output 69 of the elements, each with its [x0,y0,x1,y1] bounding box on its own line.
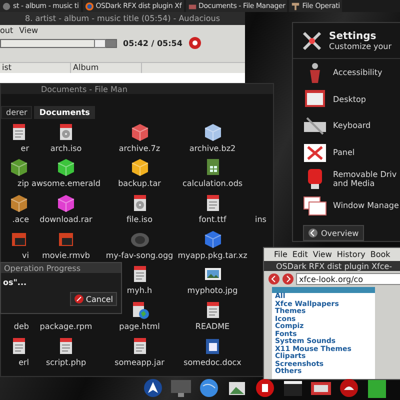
settings-item[interactable]: Window Manage [333,201,399,210]
settings-item[interactable]: Keyboard [333,121,371,130]
file-name[interactable]: er [20,144,29,153]
file-name[interactable]: somedoc.docx [184,358,242,367]
menu-item[interactable]: File [274,250,288,259]
file-name[interactable]: vi [22,250,29,260]
address-field[interactable]: xfce-look.org/co [296,273,400,285]
file-name[interactable]: someapp.jar [114,358,164,367]
file-name[interactable]: file.iso [126,215,152,224]
clapper-icon[interactable] [282,378,304,398]
window-title: OSDark RFX dist plugin Xfce- [264,261,400,271]
globe-icon [84,2,94,10]
menu-item[interactable]: History [336,250,366,259]
arrow-logo-icon[interactable] [142,378,164,398]
file-name[interactable]: page.html [119,322,160,332]
file-name[interactable]: backup.tar [118,179,161,188]
window-title: Documents - File Man [1,84,273,94]
progress-message: os"... [2,277,28,289]
folder-icon [188,2,197,10]
window-title: 8. artist - album - music title (05:54) - Audacious [0,12,245,25]
file-name[interactable]: zip [18,179,29,188]
file-name[interactable]: .ace [12,215,29,224]
file-name[interactable]: my-fav-song.ogg [106,250,174,260]
record-button[interactable] [188,36,202,50]
settings-item[interactable]: Desktop [333,94,366,104]
file-name[interactable]: package.rpm [40,322,92,332]
file-name[interactable]: download.rar [40,215,92,224]
cancel-button[interactable]: Cancel [70,292,117,306]
file-name[interactable]: calculation.ods [182,179,243,188]
menu-item[interactable]: Book [370,250,390,259]
tab[interactable]: Documents [34,106,95,118]
tab[interactable]: derer [1,106,32,118]
speaker-icon [2,2,11,10]
menu-item[interactable]: out [0,26,14,34]
file-name[interactable]: movie.rmvb [42,250,90,260]
file-name[interactable]: archive.bz2 [189,144,236,153]
file-name[interactable]: archive.7z [118,144,160,153]
time-display: 05:42 / 05:54 [123,38,182,48]
app-logo-icon[interactable] [254,378,276,398]
globe-icon[interactable] [198,378,220,398]
file-name[interactable]: awsome.emerald [32,179,100,188]
file-name[interactable]: myapp.pkg.tar.xz [178,250,248,260]
back-icon [308,228,318,238]
file-name[interactable]: font.ttf [198,215,226,224]
file-name[interactable]: erl [18,358,29,367]
settings-title: Settings [329,30,378,42]
settings-subtitle: Customize your [329,42,392,51]
forward-icon[interactable] [282,273,294,285]
monitor-icon[interactable] [170,378,192,398]
seek-bar[interactable] [0,38,117,48]
overview-button[interactable]: Overview [303,225,364,242]
menu-item[interactable]: Edit [292,250,308,259]
app-tile-icon[interactable] [366,378,388,398]
windows-icon [303,194,327,217]
file-name[interactable]: myh.h [126,286,152,296]
settings-item[interactable]: Accessibility [333,68,382,78]
dialog-title: Operation Progress [1,263,121,273]
menu-item[interactable]: View [19,26,38,34]
file-name[interactable]: deb [14,322,29,332]
file-name[interactable]: README [195,322,230,332]
settings-item[interactable]: Panel [333,148,355,158]
file-name[interactable]: arch.iso [50,144,82,153]
menu-item[interactable]: View [312,250,332,259]
cancel-icon [74,294,84,304]
file-name[interactable]: ins [255,215,266,224]
file-name[interactable]: script.php [46,358,86,367]
file-name[interactable]: myphoto.jpg [187,286,238,296]
back-icon[interactable] [268,273,280,285]
settings-item[interactable]: Removable Driv and Media [333,170,397,188]
